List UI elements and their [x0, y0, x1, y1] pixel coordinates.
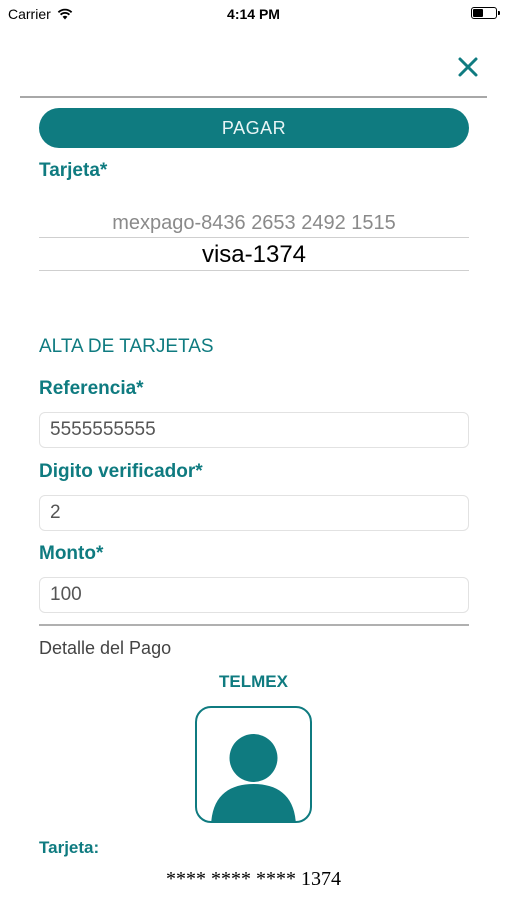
close-button[interactable] [455, 54, 481, 80]
pay-button[interactable]: PAGAR [39, 108, 469, 148]
company-name: TELMEX [219, 672, 288, 691]
masked-card-number: **** **** **** 1374 [166, 868, 341, 890]
status-time: 4:14 PM [227, 6, 280, 22]
card-option-visa[interactable]: visa-1374 [39, 241, 469, 269]
reference-label: Referencia* [39, 378, 144, 399]
detail-divider [39, 624, 469, 626]
amount-input[interactable]: 100 [39, 577, 469, 613]
battery-icon [471, 7, 500, 19]
user-avatar-icon [211, 734, 296, 821]
check-digit-input[interactable]: 2 [39, 495, 469, 531]
reference-input[interactable]: 5555555555 [39, 412, 469, 448]
avatar [195, 706, 312, 823]
close-icon [458, 57, 478, 77]
add-cards-title: ALTA DE TARJETAS [39, 336, 214, 357]
picker-separator-bottom [39, 270, 469, 271]
card-option-mexpago[interactable]: mexpago-8436 2653 2492 1515 [39, 212, 469, 235]
amount-label: Monto* [39, 543, 104, 564]
payment-detail-title: Detalle del Pago [39, 638, 172, 658]
header-divider [20, 96, 487, 98]
check-digit-label: Digito verificador* [39, 461, 203, 482]
picker-separator-top [39, 237, 469, 238]
detail-card-label: Tarjeta: [39, 838, 100, 857]
card-label: Tarjeta* [39, 160, 108, 181]
